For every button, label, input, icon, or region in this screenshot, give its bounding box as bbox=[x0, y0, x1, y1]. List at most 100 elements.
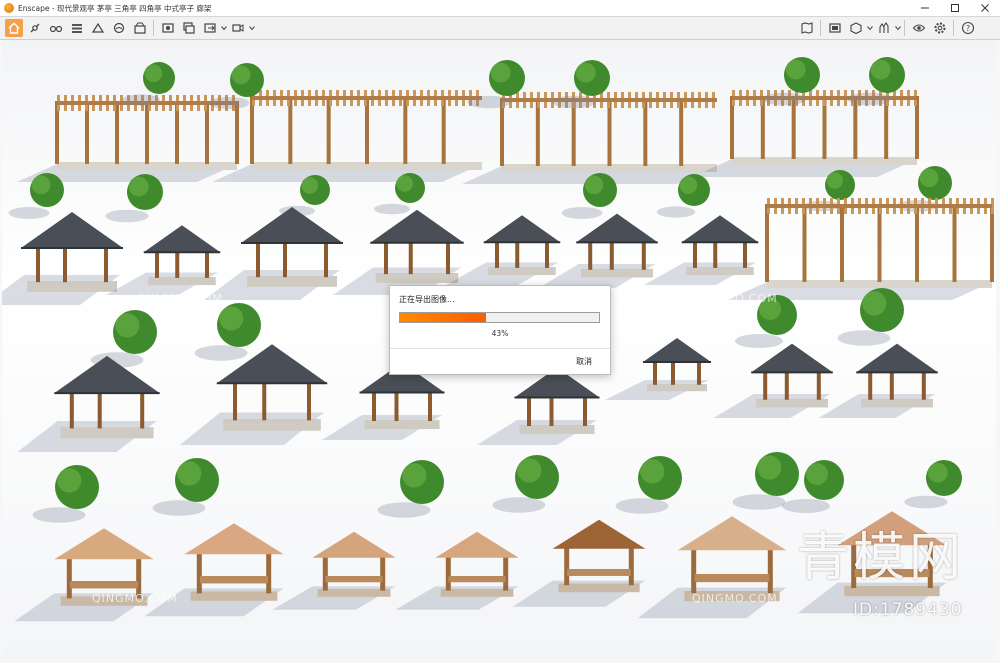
maximize-button[interactable] bbox=[940, 0, 970, 16]
tree-shadow bbox=[782, 499, 830, 513]
pavilion-platform bbox=[756, 398, 828, 408]
views-button[interactable] bbox=[68, 19, 86, 37]
chevron-down-icon bbox=[866, 26, 873, 31]
svg-text:?: ? bbox=[965, 24, 969, 33]
pavilion-railing bbox=[325, 576, 383, 583]
tree-shadow bbox=[847, 92, 891, 106]
maximize-icon bbox=[951, 4, 959, 12]
help-icon: ? bbox=[961, 21, 974, 35]
help-button[interactable]: ? bbox=[959, 19, 977, 37]
pergola-post bbox=[840, 204, 844, 282]
pavilion-roof bbox=[184, 523, 284, 555]
tree-highlight bbox=[785, 59, 806, 80]
pergola-beam bbox=[502, 98, 717, 102]
pavilion-roof bbox=[143, 225, 221, 253]
tree-shadow bbox=[8, 207, 50, 219]
tree-shadow bbox=[904, 495, 948, 509]
settings-button[interactable] bbox=[931, 19, 949, 37]
panorama-icon bbox=[828, 23, 841, 33]
pavilion-column bbox=[628, 545, 634, 586]
toolbar-separator bbox=[153, 20, 154, 36]
tree-highlight bbox=[396, 175, 413, 192]
pavilion-column bbox=[641, 240, 646, 270]
home-button[interactable] bbox=[4, 19, 23, 37]
pavilion-column bbox=[196, 551, 202, 594]
pavilion-column bbox=[256, 240, 260, 278]
pavilion-railing bbox=[199, 576, 269, 584]
export-button[interactable] bbox=[201, 19, 219, 37]
pergola-post bbox=[802, 204, 807, 282]
dialog-title: 正在导出图像... bbox=[399, 295, 455, 304]
pavilion-railing bbox=[694, 574, 770, 583]
tree-highlight bbox=[31, 175, 51, 195]
views-icon bbox=[71, 24, 82, 33]
pergola-post bbox=[877, 204, 882, 282]
screenshot-button[interactable] bbox=[159, 19, 177, 37]
asset-dropdown[interactable] bbox=[866, 19, 873, 37]
vr-icon bbox=[912, 24, 925, 32]
pavilion-roof bbox=[312, 531, 396, 558]
pavilion-column bbox=[69, 390, 74, 429]
pavilion-column bbox=[140, 390, 145, 429]
tree-highlight bbox=[128, 176, 149, 197]
tree-shadow bbox=[552, 95, 596, 109]
pavilion-platform bbox=[581, 268, 653, 278]
material-button[interactable] bbox=[875, 19, 893, 37]
close-button[interactable] bbox=[970, 0, 1000, 16]
pavilion-column bbox=[671, 360, 675, 385]
map-button[interactable] bbox=[798, 19, 816, 37]
pavilion-column bbox=[564, 545, 570, 586]
pergola-post bbox=[441, 96, 446, 164]
pavilion-platform bbox=[364, 420, 440, 429]
asset-library-button[interactable] bbox=[847, 19, 865, 37]
asset-library-icon bbox=[849, 22, 862, 35]
pavilion-column bbox=[175, 250, 180, 278]
tree-highlight bbox=[301, 177, 318, 194]
video-dropdown[interactable] bbox=[248, 19, 255, 37]
tree-shadow bbox=[377, 502, 431, 518]
glasses-button[interactable] bbox=[47, 19, 65, 37]
pavilion-platform bbox=[190, 591, 278, 601]
pavilion-platform bbox=[60, 427, 154, 439]
pavilion-column bbox=[307, 380, 311, 421]
export-dropdown[interactable] bbox=[220, 19, 227, 37]
toolbar-separator bbox=[953, 20, 954, 36]
pavilion-column bbox=[588, 240, 593, 270]
pavilion-platform bbox=[317, 589, 391, 597]
panorama-button[interactable] bbox=[826, 19, 844, 37]
tree-highlight bbox=[584, 175, 604, 195]
material-dropdown[interactable] bbox=[894, 19, 901, 37]
tree-shadow bbox=[735, 334, 783, 348]
connect-button[interactable] bbox=[26, 19, 44, 37]
pergola-post bbox=[365, 96, 369, 164]
enscape-logo-icon bbox=[4, 3, 14, 13]
pavilion-platform bbox=[558, 583, 640, 593]
cancel-button[interactable]: 取消 bbox=[576, 356, 592, 367]
pavilion-railing bbox=[69, 581, 139, 589]
tree-shadow bbox=[732, 494, 786, 510]
sun-icon bbox=[91, 22, 104, 33]
batch-render-button[interactable] bbox=[180, 19, 198, 37]
pavilion-roof bbox=[483, 215, 561, 243]
vr-button[interactable] bbox=[910, 19, 928, 37]
pavilion-column bbox=[233, 380, 237, 421]
pavilion-column bbox=[545, 240, 549, 268]
pavilion-column bbox=[262, 380, 267, 421]
pavilion-roof bbox=[856, 343, 938, 373]
minimize-button[interactable] bbox=[910, 0, 940, 16]
tree-shadow bbox=[837, 330, 891, 346]
video-button[interactable] bbox=[229, 19, 247, 37]
pavilion-column bbox=[763, 370, 768, 400]
tree-highlight bbox=[57, 468, 82, 493]
pavilion-column bbox=[380, 555, 386, 591]
pavilion-column bbox=[921, 370, 926, 400]
atmosphere-button[interactable] bbox=[110, 19, 128, 37]
pavilion-column bbox=[889, 370, 894, 400]
pavilion-column bbox=[816, 370, 821, 400]
home-icon bbox=[8, 22, 19, 34]
video-editor-icon bbox=[231, 24, 243, 32]
pergola-post bbox=[765, 204, 769, 282]
sun-button[interactable] bbox=[89, 19, 107, 37]
pavilion-roof bbox=[241, 207, 343, 243]
capture-button[interactable] bbox=[131, 19, 149, 37]
